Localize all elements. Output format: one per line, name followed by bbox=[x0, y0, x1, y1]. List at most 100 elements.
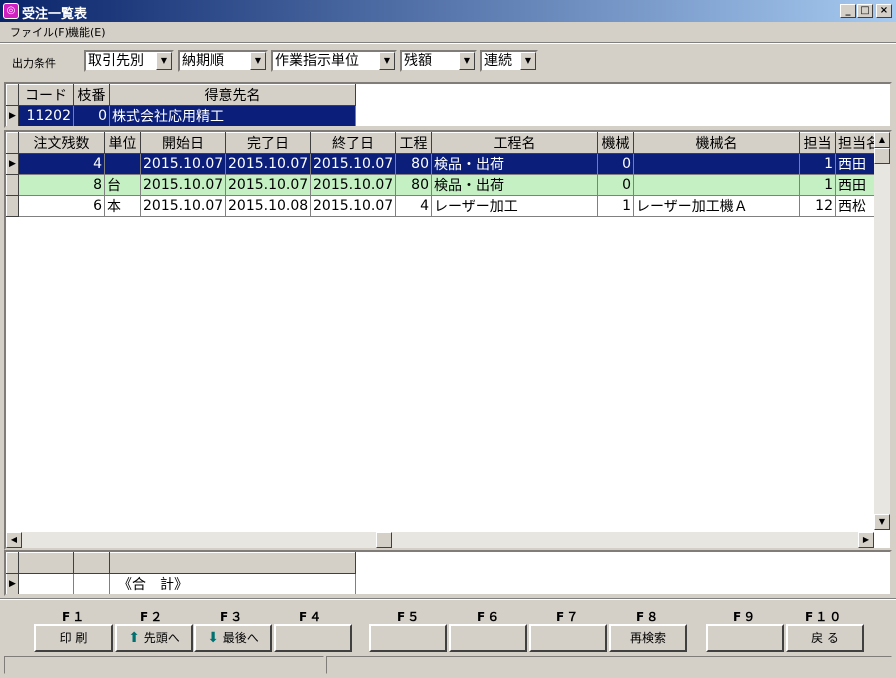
scroll-up-icon[interactable]: ▲ bbox=[874, 132, 890, 148]
cell[interactable]: 4 bbox=[18, 153, 105, 175]
customer-grid-panel: コード 枝番 得意先名 ▶ 11202 0 株式会社応用精工 bbox=[4, 82, 892, 128]
header-code[interactable]: コード bbox=[18, 84, 74, 106]
scroll-right-icon[interactable]: ▶ bbox=[858, 532, 874, 548]
header-staff-name[interactable]: 担当名 bbox=[835, 132, 876, 154]
cell[interactable]: 西田 bbox=[835, 153, 876, 175]
combo-sort[interactable]: 納期順 ▼ bbox=[178, 50, 268, 72]
cell[interactable]: 2015.10.07 bbox=[310, 174, 396, 196]
cell[interactable]: 西松 bbox=[835, 195, 876, 217]
table-row[interactable]: ▶ 《合 計》 bbox=[6, 573, 356, 594]
table-row[interactable]: 8 台 2015.10.07 2015.10.07 2015.10.07 80 … bbox=[6, 174, 876, 196]
chevron-down-icon[interactable]: ▼ bbox=[250, 52, 266, 70]
cell[interactable]: 2015.10.08 bbox=[225, 195, 311, 217]
cell[interactable] bbox=[633, 153, 800, 175]
combo-grouping[interactable]: 取引先別 ▼ bbox=[84, 50, 174, 72]
research-button[interactable]: 再検索 bbox=[609, 624, 687, 652]
cell[interactable]: 検品・出荷 bbox=[431, 153, 598, 175]
scroll-down-icon[interactable]: ▼ bbox=[874, 514, 890, 530]
row-pointer-icon: ▶ bbox=[6, 105, 19, 126]
cell[interactable] bbox=[18, 573, 74, 594]
combo-value: 納期順 bbox=[182, 53, 224, 69]
cell[interactable]: 6 bbox=[18, 195, 105, 217]
cell[interactable]: 2015.10.07 bbox=[225, 174, 311, 196]
header-customer-name[interactable]: 得意先名 bbox=[109, 84, 356, 106]
scroll-thumb[interactable] bbox=[376, 532, 392, 548]
header-machine[interactable]: 機械 bbox=[597, 132, 634, 154]
menu-function[interactable]: 機能(E) bbox=[68, 24, 106, 40]
header-end-date[interactable]: 終了日 bbox=[310, 132, 396, 154]
header-complete-date[interactable]: 完了日 bbox=[225, 132, 311, 154]
cell[interactable]: 4 bbox=[395, 195, 432, 217]
chevron-down-icon[interactable]: ▼ bbox=[379, 52, 395, 70]
f7-button[interactable] bbox=[529, 624, 607, 652]
cell[interactable]: 12 bbox=[799, 195, 836, 217]
header-branch[interactable]: 枝番 bbox=[73, 84, 110, 106]
cell[interactable]: 8 bbox=[18, 174, 105, 196]
cell[interactable]: レーザー加工 bbox=[431, 195, 598, 217]
minimize-button[interactable]: _ bbox=[840, 4, 856, 18]
header-empty bbox=[18, 552, 74, 574]
cell[interactable] bbox=[633, 174, 800, 196]
print-button[interactable]: 印 刷 bbox=[34, 624, 113, 652]
status-pane-right bbox=[326, 656, 892, 674]
cell[interactable]: 検品・出荷 bbox=[431, 174, 598, 196]
close-button[interactable]: × bbox=[876, 4, 892, 18]
header-process[interactable]: 工程 bbox=[395, 132, 432, 154]
cell[interactable] bbox=[73, 573, 110, 594]
fkey-label-f8: F８ bbox=[636, 610, 661, 624]
cell[interactable]: 1 bbox=[799, 153, 836, 175]
scroll-thumb[interactable] bbox=[874, 148, 890, 164]
cell[interactable]: 80 bbox=[395, 174, 432, 196]
cell-branch[interactable]: 0 bbox=[73, 105, 110, 126]
combo-unit[interactable]: 作業指示単位 ▼ bbox=[271, 50, 397, 72]
f9-button[interactable] bbox=[706, 624, 784, 652]
f6-button[interactable] bbox=[449, 624, 527, 652]
app-icon[interactable]: ◎ bbox=[3, 3, 19, 19]
header-order-remaining[interactable]: 注文残数 bbox=[18, 132, 105, 154]
chevron-down-icon[interactable]: ▼ bbox=[520, 52, 536, 70]
menu-file[interactable]: ファイル(F) bbox=[10, 24, 69, 40]
table-row[interactable]: 6 本 2015.10.07 2015.10.08 2015.10.07 4 レ… bbox=[6, 195, 876, 217]
cell[interactable] bbox=[104, 153, 141, 175]
cell[interactable]: 本 bbox=[104, 195, 141, 217]
table-row[interactable]: ▶ 4 2015.10.07 2015.10.07 2015.10.07 80 … bbox=[6, 153, 876, 175]
header-staff[interactable]: 担当 bbox=[799, 132, 836, 154]
cell[interactable]: 2015.10.07 bbox=[140, 153, 226, 175]
back-button[interactable]: 戻 る bbox=[786, 624, 864, 652]
chevron-down-icon[interactable]: ▼ bbox=[459, 52, 475, 70]
go-last-button[interactable]: ⬇ 最後へ bbox=[194, 624, 272, 652]
header-machine-name[interactable]: 機械名 bbox=[633, 132, 800, 154]
go-first-button[interactable]: ⬆ 先頭へ bbox=[115, 624, 193, 652]
combo-continuous[interactable]: 連続 ▼ bbox=[480, 50, 538, 72]
table-row[interactable]: ▶ 11202 0 株式会社応用精工 bbox=[6, 105, 356, 126]
cell[interactable]: 80 bbox=[395, 153, 432, 175]
cell[interactable]: レーザー加工機Ａ bbox=[633, 195, 800, 217]
f5-button[interactable] bbox=[369, 624, 447, 652]
chevron-down-icon[interactable]: ▼ bbox=[156, 52, 172, 70]
header-start-date[interactable]: 開始日 bbox=[140, 132, 226, 154]
cell-code[interactable]: 11202 bbox=[18, 105, 74, 126]
cell-customer-name[interactable]: 株式会社応用精工 bbox=[109, 105, 356, 126]
cell[interactable]: 0 bbox=[597, 153, 634, 175]
cell[interactable]: 0 bbox=[597, 174, 634, 196]
cell[interactable]: 2015.10.07 bbox=[310, 195, 396, 217]
header-unit[interactable]: 単位 bbox=[104, 132, 141, 154]
button-label: 印 刷 bbox=[59, 631, 88, 645]
f4-button[interactable] bbox=[274, 624, 352, 652]
cell[interactable]: 2015.10.07 bbox=[140, 195, 226, 217]
cell[interactable]: 1 bbox=[597, 195, 634, 217]
total-grid-panel: ▶ 《合 計》 bbox=[4, 550, 892, 596]
cell[interactable]: 西田 bbox=[835, 174, 876, 196]
cell[interactable]: 2015.10.07 bbox=[310, 153, 396, 175]
cell[interactable]: 2015.10.07 bbox=[225, 153, 311, 175]
combo-amount[interactable]: 残額 ▼ bbox=[400, 50, 477, 72]
header-process-name[interactable]: 工程名 bbox=[431, 132, 598, 154]
cell[interactable]: 1 bbox=[799, 174, 836, 196]
vertical-scrollbar[interactable]: ▲ ▼ bbox=[874, 132, 890, 530]
cell[interactable]: 2015.10.07 bbox=[140, 174, 226, 196]
cell[interactable]: 台 bbox=[104, 174, 141, 196]
scroll-left-icon[interactable]: ◀ bbox=[6, 532, 22, 548]
row-indicator bbox=[6, 195, 19, 217]
maximize-button[interactable]: □ bbox=[857, 4, 873, 18]
horizontal-scrollbar[interactable]: ◀ ▶ bbox=[6, 532, 874, 548]
